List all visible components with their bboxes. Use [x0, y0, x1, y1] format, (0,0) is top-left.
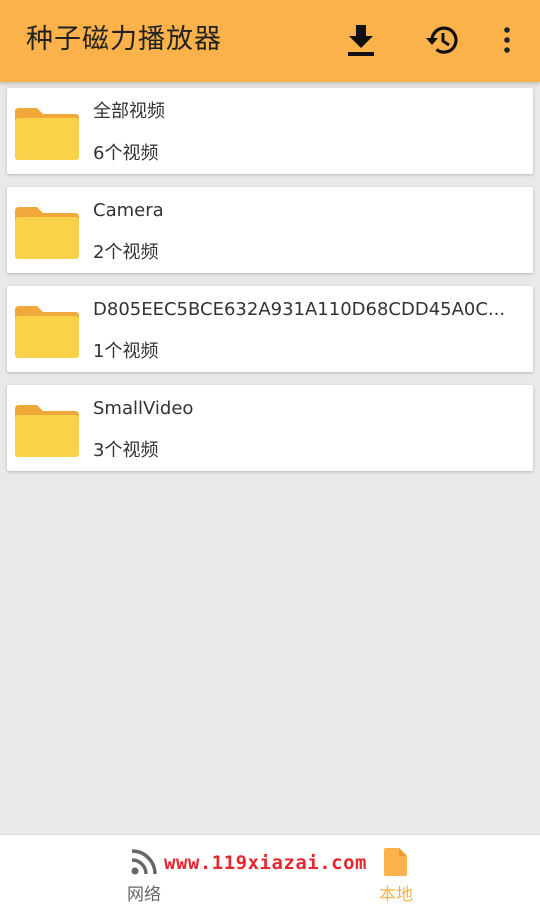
history-icon: [426, 26, 458, 54]
folder-item-all-videos[interactable]: 全部视频 6个视频: [7, 88, 533, 174]
app-title: 种子磁力播放器: [26, 24, 222, 55]
folder-icon: [15, 108, 79, 160]
bottom-nav: 网络 本地: [0, 834, 540, 921]
download-button[interactable]: [338, 17, 384, 63]
nav-label-local: 本地: [379, 885, 413, 905]
folder-item-hash[interactable]: D805EEC5BCE632A931A110D68CDD45A0C... 1个视…: [7, 286, 533, 372]
nav-label-network: 网络: [127, 885, 161, 905]
folder-item-camera[interactable]: Camera 2个视频: [7, 187, 533, 273]
folder-name: SmallVideo: [93, 398, 194, 419]
nav-tab-network[interactable]: 网络: [84, 835, 204, 921]
video-count: 3个视频: [93, 440, 159, 461]
folder-name: 全部视频: [93, 101, 165, 122]
rss-feed-icon: [129, 847, 159, 877]
file-icon: [381, 847, 411, 877]
more-vert-icon: [504, 27, 510, 53]
folder-name: Camera: [93, 200, 164, 221]
history-button[interactable]: [418, 17, 464, 63]
nav-tab-local[interactable]: 本地: [336, 835, 456, 921]
folder-name: D805EEC5BCE632A931A110D68CDD45A0C...: [93, 299, 506, 320]
folder-icon: [15, 306, 79, 358]
video-count: 1个视频: [93, 341, 159, 362]
video-count: 6个视频: [93, 143, 159, 164]
watermark: www.119xiazai.com: [164, 852, 367, 874]
app-bar: 种子磁力播放器: [0, 0, 540, 82]
folder-icon: [15, 405, 79, 457]
download-icon: [348, 25, 374, 56]
video-count: 2个视频: [93, 242, 159, 263]
more-options-button[interactable]: [484, 17, 530, 63]
folder-item-smallvideo[interactable]: SmallVideo 3个视频: [7, 385, 533, 471]
folder-icon: [15, 207, 79, 259]
